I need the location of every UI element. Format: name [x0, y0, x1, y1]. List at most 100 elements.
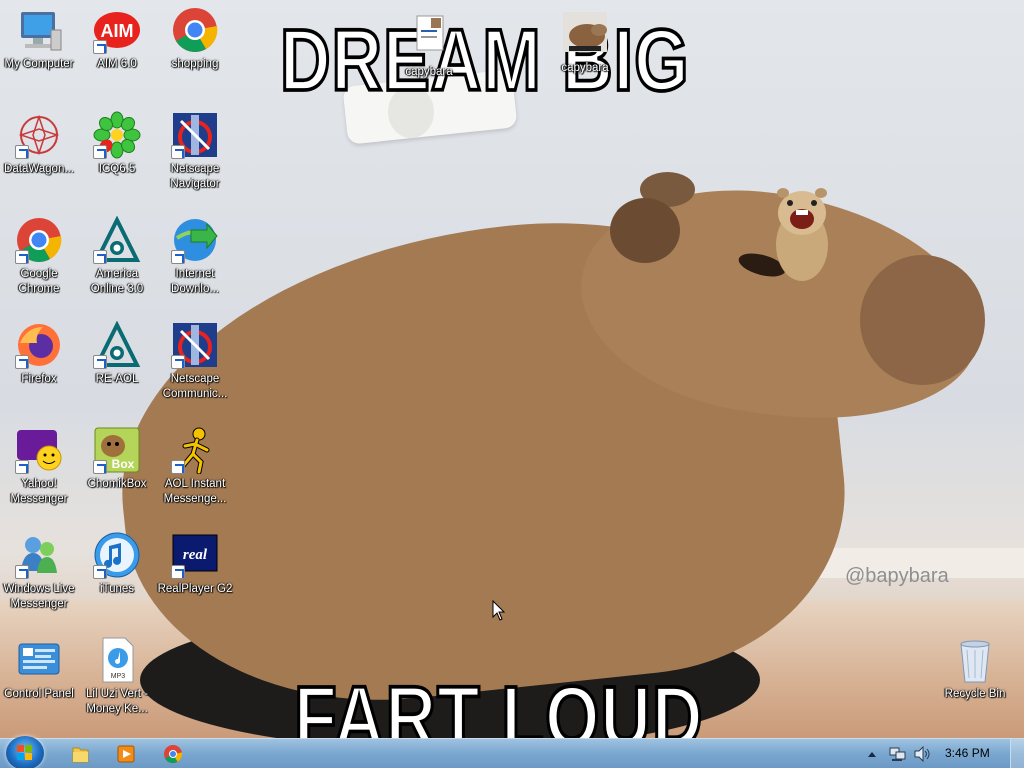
windows-logo-icon [17, 745, 32, 760]
shortcut-arrow-icon [171, 355, 185, 369]
desktop-icon-icq[interactable]: ICQ6.5 [78, 111, 156, 177]
shortcut-arrow-icon [15, 145, 29, 159]
itunes-icon [93, 531, 141, 579]
shortcut-arrow-icon [15, 460, 29, 474]
icon-label: RE-AOL [95, 373, 139, 385]
speaker-icon [914, 745, 930, 763]
taskbar-file-explorer-button[interactable] [60, 742, 100, 766]
desktop-icon-internet-download-manager[interactable]: Internet Downlo... [156, 216, 234, 297]
network-icon [889, 747, 906, 761]
firefox-icon [15, 321, 63, 369]
desktop-icon-re-aol[interactable]: RE-AOL [78, 320, 156, 387]
shortcut-arrow-icon [15, 565, 29, 579]
screaming-hamster-sticker [776, 188, 828, 281]
desktop-icon-aol-instant-messenger[interactable]: AOL Instant Messenge... [156, 426, 234, 507]
icon-label: AOL Instant Messenge... [163, 478, 227, 505]
windows-live-messenger-icon [15, 531, 63, 579]
mp3-file-icon: MP3 [93, 636, 141, 684]
taskbar-media-player-button[interactable] [106, 742, 146, 766]
document-icon [405, 14, 453, 62]
chomikbox-icon: Box [93, 426, 141, 474]
desktop-icon-control-panel[interactable]: Control Panel [0, 636, 78, 702]
capybara-snout [860, 255, 985, 385]
desktop-icon-netscape-communicator[interactable]: Netscape Communic... [156, 321, 234, 402]
icon-label: ICQ6.5 [98, 163, 136, 175]
icon-label: Google Chrome [18, 268, 60, 295]
icon-label: Recycle Bin [944, 688, 1006, 700]
icon-label: Netscape Communic... [162, 373, 228, 400]
shortcut-arrow-icon [15, 355, 29, 369]
desktop-icon-itunes[interactable]: iTunes [78, 531, 156, 597]
tray-volume-button[interactable] [913, 745, 931, 767]
shortcut-arrow-icon [93, 565, 107, 579]
datawagon-icon [15, 111, 63, 159]
wallpaper-watermark: @bapybara [845, 565, 949, 587]
icq-flower-icon [93, 111, 141, 159]
desktop-icon-recycle-bin[interactable]: Recycle Bin [936, 636, 1014, 702]
icon-label: shopping [171, 58, 219, 70]
netscape-icon [171, 111, 219, 159]
start-button[interactable] [6, 736, 44, 768]
mouse-cursor-icon [492, 600, 506, 621]
icon-label: iTunes [99, 583, 135, 595]
desktop-icon-america-online[interactable]: America Online 3.0 [78, 215, 156, 297]
desktop-icon-windows-live-messenger[interactable]: Windows Live Messenger [0, 531, 78, 612]
icon-label: capybara [405, 66, 453, 78]
desktop-icon-capybara-image[interactable]: capybara [546, 10, 624, 76]
desktop-icon-google-chrome[interactable]: Google Chrome [0, 216, 78, 297]
icon-label: Netscape Navigator [170, 163, 220, 190]
icon-label: Firefox [21, 373, 57, 385]
desktop-icon-my-computer[interactable]: My Computer [0, 6, 78, 72]
tray-show-hidden-icons-button[interactable] [866, 748, 878, 766]
chrome-icon [15, 216, 63, 264]
capybara-image-icon [561, 10, 609, 58]
shortcut-arrow-icon [93, 40, 107, 54]
chrome-icon [171, 6, 219, 54]
taskbar-chrome-button[interactable] [153, 742, 193, 766]
media-player-icon [117, 745, 135, 763]
taskbar: 3:46 PM [0, 736, 1024, 768]
desktop-icon-shopping[interactable]: shopping [156, 6, 234, 72]
aol-icon [93, 215, 141, 264]
desktop-icon-realplayer[interactable]: real RealPlayer G2 [156, 531, 234, 597]
tray-network-button[interactable] [889, 746, 907, 767]
shortcut-arrow-icon [93, 250, 107, 264]
capybara-ear [610, 198, 680, 263]
shortcut-arrow-icon [171, 250, 185, 264]
control-panel-icon [15, 636, 63, 684]
aim-icon: AIM [93, 6, 141, 54]
icon-label: DataWagon... [4, 163, 74, 175]
show-desktop-button[interactable] [1010, 739, 1024, 768]
desktop-icon-chomikbox[interactable]: Box ChomikBox [78, 426, 156, 492]
chomikbox-logo-text: Box [112, 457, 135, 471]
icon-label: Yahoo! Messenger [10, 478, 68, 505]
icon-label: AIM 6.0 [97, 58, 137, 70]
meme-top-text: DREAM BIG [279, 9, 691, 110]
aol-icon [93, 320, 141, 369]
taskbar-clock[interactable]: 3:46 PM [945, 746, 990, 760]
icon-label: ChomikBox [87, 478, 147, 490]
shortcut-arrow-icon [171, 145, 185, 159]
chrome-icon [164, 745, 183, 764]
idm-icon [171, 216, 219, 264]
icon-label: RealPlayer G2 [157, 583, 233, 595]
icon-label: Control Panel [4, 688, 74, 700]
shortcut-arrow-icon [171, 565, 185, 579]
recycle-bin-icon [951, 636, 999, 684]
desktop-icon-capybara-text[interactable]: capybara [390, 14, 468, 80]
desktop-icon-yahoo-messenger[interactable]: Yahoo! Messenger [0, 426, 78, 507]
file-explorer-icon [72, 747, 89, 763]
icon-label: America Online 3.0 [90, 268, 144, 295]
desktop-icon-datawagon[interactable]: DataWagon... [0, 111, 78, 177]
computer-icon [15, 6, 63, 54]
desktop-icon-aim-6[interactable]: AIM AIM 6.0 [78, 6, 156, 72]
desktop-icon-firefox[interactable]: Firefox [0, 321, 78, 387]
aim-logo-text: AIM [101, 21, 134, 41]
desktop-icon-lil-uzi-mp3[interactable]: MP3 Lil Uzi Vert - Money Ke... [78, 636, 156, 717]
icon-label: My Computer [4, 58, 74, 70]
aim-runner-icon [171, 426, 219, 475]
shortcut-arrow-icon [93, 145, 107, 159]
desktop-icon-netscape-navigator[interactable]: Netscape Navigator [156, 111, 234, 192]
realplayer-icon: real [171, 531, 219, 579]
yahoo-messenger-icon [15, 426, 63, 474]
